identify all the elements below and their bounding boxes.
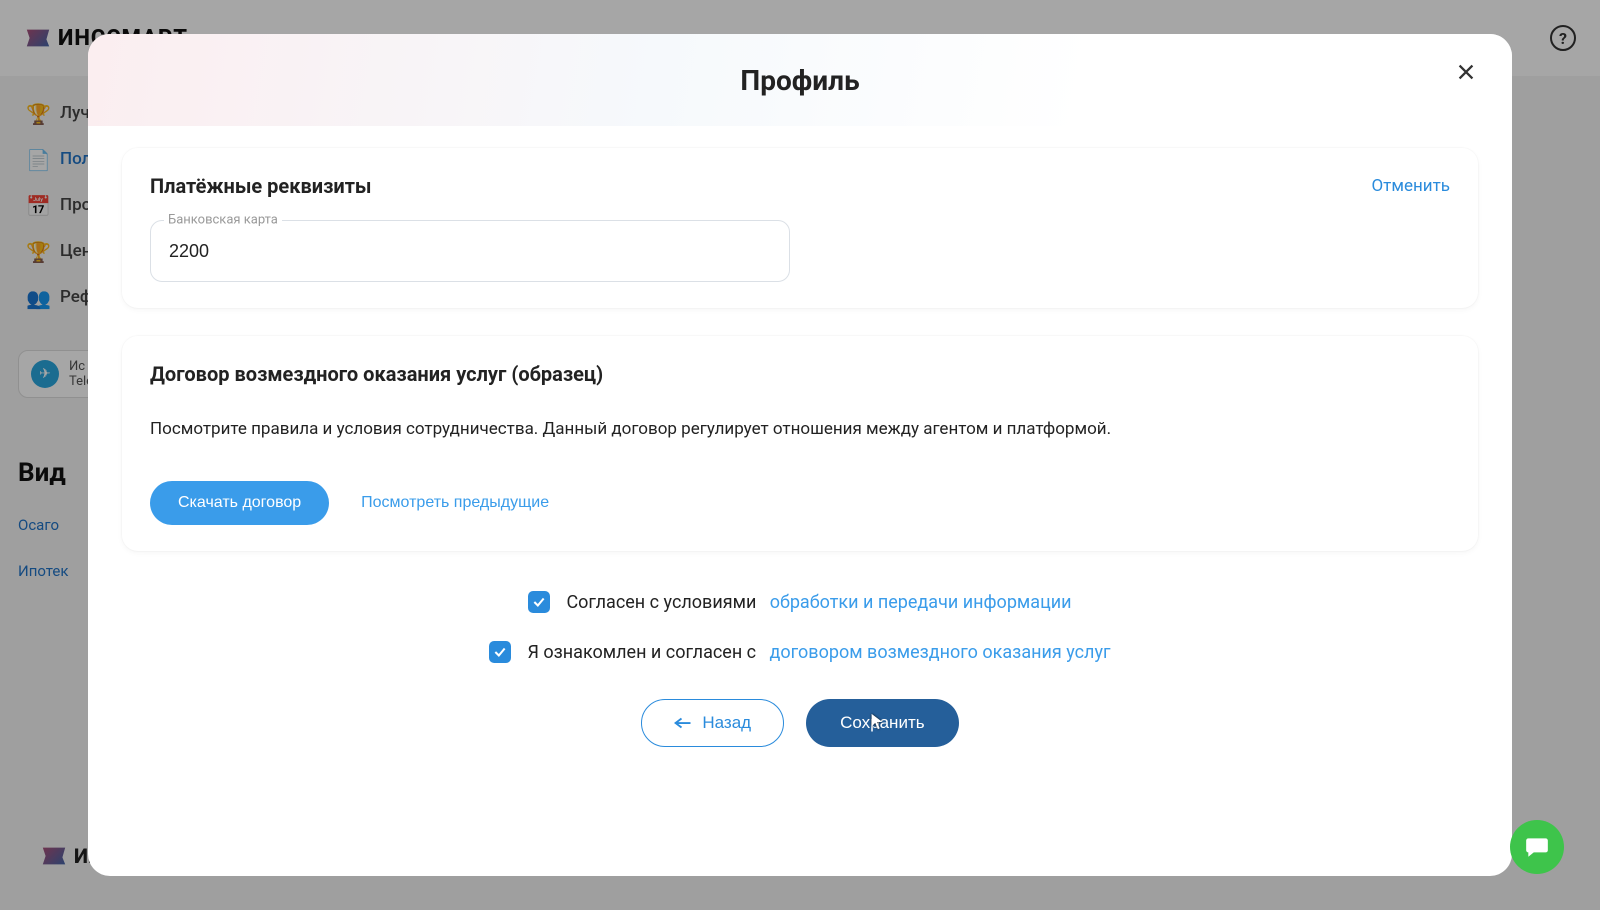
agreements: Согласен с условиями обработки и передач…: [122, 591, 1478, 663]
modal-body: Платёжные реквизиты Отменить Банковская …: [88, 126, 1512, 876]
contract-desc: Посмотрите правила и условия сотрудничес…: [150, 416, 1450, 443]
modal-actions: Назад Сохранить: [122, 699, 1478, 747]
close-icon: [1455, 61, 1477, 83]
back-label: Назад: [702, 713, 751, 733]
agree-contract-row: Я ознакомлен и согласен с договором возм…: [489, 641, 1110, 663]
modal-title: Профиль: [740, 64, 859, 97]
bank-card-label: Банковская карта: [164, 213, 282, 228]
agree-processing-checkbox[interactable]: [528, 591, 550, 613]
arrow-left-icon: [674, 716, 692, 730]
download-contract-button[interactable]: Скачать договор: [150, 481, 329, 525]
payment-title: Платёжные реквизиты: [150, 174, 371, 198]
bank-card-input[interactable]: [150, 220, 790, 282]
profile-modal: Профиль Платёжные реквизиты Отменить Бан…: [88, 34, 1512, 876]
bank-card-input-wrap: Банковская карта: [150, 220, 790, 282]
chat-button[interactable]: [1510, 820, 1564, 874]
cancel-link[interactable]: Отменить: [1371, 176, 1450, 196]
agree-contract-checkbox[interactable]: [489, 641, 511, 663]
agree-processing-text: Согласен с условиями: [566, 592, 756, 613]
check-icon: [532, 595, 546, 609]
agree-contract-text: Я ознакомлен и согласен с: [527, 642, 756, 663]
check-icon: [493, 645, 507, 659]
payment-card: Платёжные реквизиты Отменить Банковская …: [122, 148, 1478, 308]
back-button[interactable]: Назад: [641, 699, 784, 747]
agree-processing-link[interactable]: обработки и передачи информации: [770, 592, 1072, 613]
contract-title: Договор возмездного оказания услуг (обра…: [150, 362, 1450, 386]
view-previous-button[interactable]: Посмотреть предыдущие: [361, 494, 549, 512]
cursor-icon: [870, 713, 884, 731]
modal-header: Профиль: [88, 34, 1512, 126]
contract-card: Договор возмездного оказания услуг (обра…: [122, 336, 1478, 551]
close-button[interactable]: [1448, 54, 1484, 90]
agree-processing-row: Согласен с условиями обработки и передач…: [528, 591, 1071, 613]
chat-icon: [1524, 834, 1550, 860]
save-button[interactable]: Сохранить: [806, 699, 958, 747]
agree-contract-link[interactable]: договором возмездного оказания услуг: [770, 642, 1111, 663]
